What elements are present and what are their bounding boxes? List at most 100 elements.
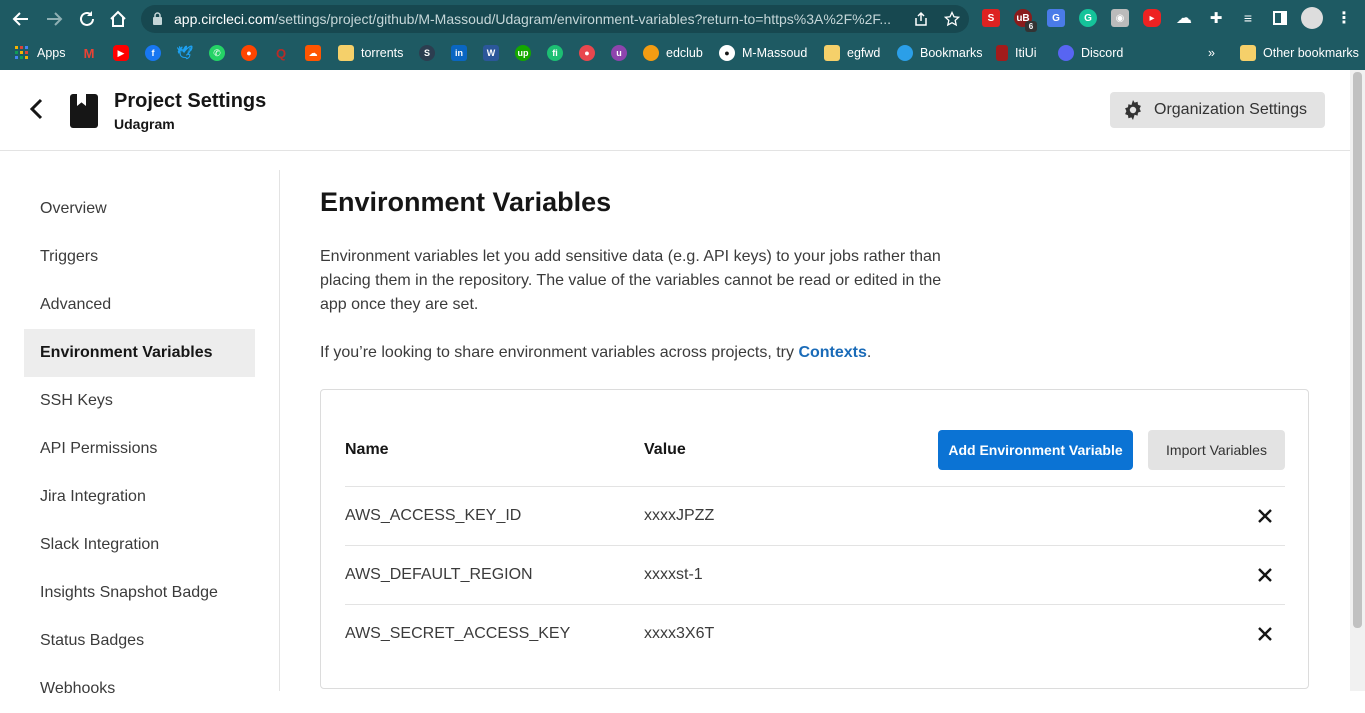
word-icon[interactable]: W [483, 45, 499, 61]
delete-x-icon[interactable] [1257, 626, 1273, 642]
pinterest-icon[interactable]: ● [579, 45, 595, 61]
sidebar-divider [279, 170, 280, 691]
folder-icon [338, 45, 354, 61]
variable-name: AWS_SECRET_ACCESS_KEY [345, 625, 571, 642]
media-control-icon[interactable]: ≡ [1239, 9, 1257, 27]
contexts-hint: If you’re looking to share environment v… [320, 341, 871, 365]
add-environment-variable-button[interactable]: Add Environment Variable [938, 430, 1133, 470]
sidebar-item-webhooks[interactable]: Webhooks [24, 665, 255, 713]
bookmark-egfwd[interactable]: egfwd [824, 44, 880, 62]
contexts-link[interactable]: Contexts [798, 344, 866, 361]
whatsapp-icon[interactable]: ✆ [209, 45, 225, 61]
section-description: Environment variables let you add sensit… [320, 248, 942, 313]
column-header-value: Value [644, 441, 686, 458]
sidebar-item-advanced[interactable]: Advanced [24, 281, 255, 329]
delete-x-icon[interactable] [1257, 567, 1273, 583]
variable-value: xxxxJPZZ [644, 507, 715, 524]
extension-badge: 6 [1025, 21, 1037, 32]
bookmark-itiui[interactable]: ItiUi [996, 44, 1037, 62]
bookmark-apps[interactable]: Apps [14, 44, 66, 62]
chevron-left-icon [29, 98, 43, 120]
extension-cloud-icon[interactable]: ☁ [1175, 9, 1193, 27]
back-arrow-icon[interactable] [10, 8, 32, 30]
bookmark-label: torrents [361, 46, 404, 60]
youtube-icon[interactable]: ▶ [113, 45, 129, 61]
url-text: app.circleci.com/settings/project/github… [174, 11, 892, 27]
sidebar-item-overview[interactable]: Overview [24, 185, 255, 233]
sidebar-item-jira-integration[interactable]: Jira Integration [24, 473, 255, 521]
project-name: Udagram [114, 116, 175, 132]
table-row: AWS_SECRET_ACCESS_KEY xxxx3X6T [345, 604, 1285, 663]
bookmark-label: egfwd [847, 46, 881, 60]
bookmark-other[interactable]: Other bookmarks [1240, 44, 1359, 62]
discord-icon [1058, 45, 1074, 61]
sidebar-item-slack-integration[interactable]: Slack Integration [24, 521, 255, 569]
linkedin-icon[interactable]: in [451, 45, 467, 61]
bookmark-label: M-Massoud [742, 46, 808, 60]
bookmark-discord[interactable]: Discord [1058, 44, 1123, 62]
extension-camera-icon[interactable]: ◉ [1111, 9, 1129, 27]
bookmark-label: edclub [666, 46, 703, 60]
upwork-icon[interactable]: up [515, 45, 531, 61]
bookmark-torrents[interactable]: torrents [338, 44, 403, 62]
table-row: AWS_ACCESS_KEY_ID xxxxJPZZ [345, 486, 1285, 545]
bookmark-label: Discord [1081, 46, 1124, 60]
delete-x-icon[interactable] [1257, 508, 1273, 524]
facebook-icon[interactable]: f [145, 45, 161, 61]
address-bar[interactable]: app.circleci.com/settings/project/github… [141, 5, 969, 33]
gmail-icon[interactable]: M [81, 45, 97, 61]
github-icon: ● [719, 45, 735, 61]
organization-settings-button[interactable]: Organization Settings [1110, 92, 1325, 128]
variable-name: AWS_ACCESS_KEY_ID [345, 507, 522, 524]
profile-avatar[interactable] [1301, 7, 1323, 29]
import-variables-button[interactable]: Import Variables [1148, 430, 1285, 470]
sidebar-item-status-badges[interactable]: Status Badges [24, 617, 255, 665]
bookmarks-bar: Apps M ▶ f 🕊 ✆ ● Q ☁ torrents S in W up … [0, 37, 1365, 70]
soundcloud-icon[interactable]: ☁ [305, 45, 321, 61]
extension-translate-icon[interactable]: G [1047, 9, 1065, 27]
contexts-hint-text: If you’re looking to share environment v… [320, 344, 799, 361]
folder-icon [1240, 45, 1256, 61]
edclub-icon [643, 45, 659, 61]
cloud-icon [897, 45, 913, 61]
contexts-hint-end: . [866, 344, 872, 361]
overflow-label: » [1208, 46, 1215, 60]
scrollbar-thumb[interactable] [1353, 72, 1362, 628]
bookmark-label: Bookmarks [920, 46, 983, 60]
extension-video-icon[interactable]: ▸ [1143, 9, 1161, 27]
lock-icon [152, 12, 163, 30]
variable-value: xxxx3X6T [644, 625, 715, 642]
bookmarks-overflow-button[interactable]: » [1208, 44, 1215, 62]
share-icon[interactable] [913, 11, 929, 32]
page-scrollbar[interactable] [1350, 70, 1365, 691]
home-icon[interactable] [107, 8, 129, 30]
quora-icon[interactable]: Q [273, 45, 289, 61]
bookmark-label: ItiUi [1015, 46, 1037, 60]
star-icon[interactable] [943, 10, 961, 32]
sidebar-item-environment-variables[interactable]: Environment Variables [24, 329, 255, 377]
u-site-icon[interactable]: u [611, 45, 627, 61]
fiverr-icon[interactable]: fi [547, 45, 563, 61]
bookmark-github[interactable]: ● M-Massoud [719, 44, 807, 62]
twitter-icon[interactable]: 🕊 [177, 45, 194, 61]
s-site-icon[interactable]: S [419, 45, 435, 61]
forward-arrow-icon[interactable] [43, 8, 65, 30]
back-button[interactable] [26, 97, 48, 121]
page-header: Project Settings Udagram Organization Se… [0, 70, 1350, 151]
sidebar-item-ssh-keys[interactable]: SSH Keys [24, 377, 255, 425]
reload-icon[interactable] [76, 8, 98, 30]
bookmark-bookmarks[interactable]: Bookmarks [897, 44, 983, 62]
extensions-puzzle-icon[interactable]: ✚ [1207, 9, 1225, 27]
table-row: AWS_DEFAULT_REGION xxxxst-1 [345, 545, 1285, 604]
reddit-icon[interactable]: ● [241, 45, 257, 61]
variable-value: xxxxst-1 [644, 566, 703, 583]
side-panel-icon[interactable] [1271, 9, 1289, 27]
extension-grammarly-icon[interactable]: G [1079, 9, 1097, 27]
sidebar-item-triggers[interactable]: Triggers [24, 233, 255, 281]
project-book-icon [70, 94, 98, 128]
menu-kebab-icon[interactable]: ⋮ [1335, 9, 1353, 27]
sidebar-item-api-permissions[interactable]: API Permissions [24, 425, 255, 473]
sidebar-item-insights-snapshot-badge[interactable]: Insights Snapshot Badge [24, 569, 255, 617]
extension-s-icon[interactable]: S [982, 9, 1000, 27]
bookmark-edclub[interactable]: edclub [643, 44, 703, 62]
